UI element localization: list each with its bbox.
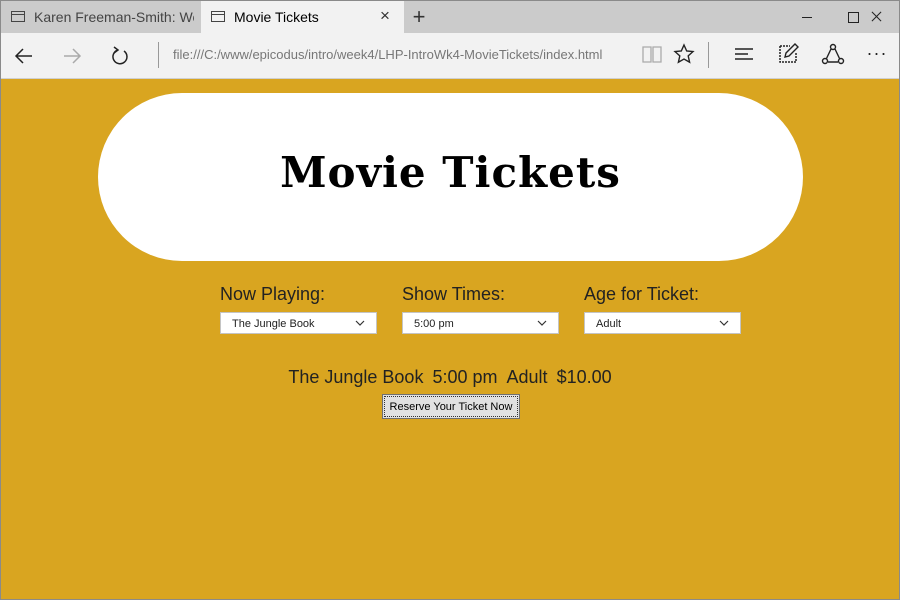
- summary-price: $10.00: [556, 367, 612, 387]
- select-value: The Jungle Book: [232, 318, 315, 330]
- forward-arrow-icon[interactable]: [55, 39, 89, 73]
- new-tab-button[interactable]: +: [406, 4, 432, 30]
- select-value: Adult: [596, 318, 622, 330]
- address-bar: file:///C:/www/epicodus/intro/week4/LHP-…: [1, 33, 899, 79]
- now-playing-label: Now Playing:: [220, 284, 326, 304]
- showtime-select[interactable]: 5:00 pm: [402, 312, 559, 334]
- chevron-down-icon: [537, 320, 547, 326]
- url-field[interactable]: file:///C:/www/epicodus/intro/week4/LHP-…: [173, 47, 602, 62]
- show-times-label: Show Times:: [402, 284, 506, 304]
- reading-view-icon[interactable]: [641, 43, 665, 67]
- star-icon[interactable]: [673, 43, 697, 67]
- chevron-down-icon: [719, 320, 729, 326]
- ellipsis-icon[interactable]: ···: [865, 43, 889, 67]
- minimize-button[interactable]: [784, 1, 830, 33]
- tab-movie-tickets[interactable]: Movie Tickets ×: [201, 1, 404, 33]
- summary-age: Adult: [506, 367, 548, 387]
- reserve-ticket-button[interactable]: Reserve Your Ticket Now: [382, 394, 520, 419]
- chevron-down-icon: [355, 320, 365, 326]
- back-arrow-icon[interactable]: [7, 39, 41, 73]
- summary-time: 5:00 pm: [432, 367, 498, 387]
- tab-bar: Karen Freeman-Smith: Web Movie Tickets ×…: [1, 1, 899, 33]
- header-banner: Movie Tickets: [98, 93, 803, 261]
- ticket-summary: The Jungle Book 5:00 pm Adult $10.00: [1, 367, 899, 388]
- close-window-button[interactable]: [853, 1, 899, 33]
- page-title: Movie Tickets: [280, 148, 621, 197]
- share-icon[interactable]: [821, 43, 847, 69]
- close-icon[interactable]: ×: [376, 7, 394, 25]
- tab-title: Karen Freeman-Smith: Web: [34, 9, 194, 25]
- select-value: 5:00 pm: [414, 318, 454, 330]
- browser-window: Karen Freeman-Smith: Web Movie Tickets ×…: [0, 0, 900, 600]
- hub-icon[interactable]: [733, 43, 757, 67]
- page-content: Movie Tickets Now Playing: The Jungle Bo…: [1, 79, 899, 599]
- summary-movie: The Jungle Book: [288, 367, 424, 387]
- separator: [158, 42, 159, 68]
- movie-select[interactable]: The Jungle Book: [220, 312, 377, 334]
- page-icon: [211, 11, 225, 22]
- refresh-icon[interactable]: [103, 39, 137, 73]
- page-icon: [11, 11, 25, 22]
- tab-title: Movie Tickets: [234, 9, 319, 25]
- tab-karen-freeman-smith[interactable]: Karen Freeman-Smith: Web: [1, 1, 201, 33]
- age-label: Age for Ticket:: [584, 284, 700, 304]
- separator: [708, 42, 709, 68]
- web-note-icon[interactable]: [777, 43, 801, 67]
- age-select[interactable]: Adult: [584, 312, 741, 334]
